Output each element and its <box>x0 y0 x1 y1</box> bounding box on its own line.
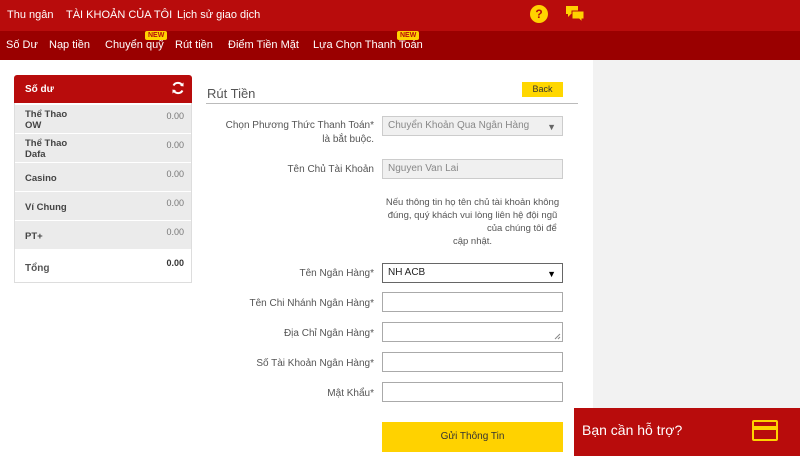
balance-row-label: Ví Chung <box>25 202 67 213</box>
sub-nav: Số Dư Nạp tiền Chuyển quỹ NEW Rút tiền Đ… <box>0 31 800 60</box>
bank-address-label: Địa Chỉ Ngân Hàng* <box>283 328 374 339</box>
card-icon <box>752 420 778 441</box>
resize-handle-icon[interactable] <box>554 333 561 340</box>
customer-service-link[interactable]: Chăm sóc Khách hàng <box>388 223 484 234</box>
subnav-balance[interactable]: Số Dư <box>6 39 38 51</box>
payment-method-select[interactable]: Chuyển Khoản Qua Ngân Hàng ▼ <box>382 116 563 136</box>
branch-input[interactable] <box>382 292 563 312</box>
balance-row: Casino 0.00 <box>15 163 191 191</box>
balance-panel-header: Số dư <box>14 75 192 103</box>
new-badge: NEW <box>145 31 168 40</box>
subnav-transfer-label: Chuyển quỹ <box>105 39 164 51</box>
account-holder-value: Nguyen Van Lai <box>388 163 459 174</box>
balance-row-label: PT+ <box>25 231 43 242</box>
help-label: Bạn cần hỗ trợ? <box>582 422 683 438</box>
balance-row: Ví Chung 0.00 <box>15 192 191 220</box>
bank-name-label: Tên Ngân Hàng* <box>299 268 375 279</box>
chat-icon[interactable] <box>565 5 585 23</box>
nav-history[interactable]: Lịch sử giao dịch <box>177 9 260 21</box>
password-input[interactable] <box>382 382 563 402</box>
balance-total-label: Tổng <box>25 263 50 274</box>
balance-row-value: 0.00 <box>166 198 184 208</box>
title-divider <box>206 103 578 104</box>
balance-row-value: 0.00 <box>166 140 184 150</box>
bank-address-textarea[interactable] <box>382 322 563 342</box>
payment-method-label: Chọn Phương Thức Thanh Toán* <box>225 120 374 131</box>
subnav-deposit[interactable]: Nạp tiền <box>49 39 90 51</box>
balance-panel: Thể Thao OW 0.00 Thể Thao Dafa 0.00 Casi… <box>14 103 192 283</box>
balance-total-row: Tổng 0.00 <box>15 251 191 281</box>
balance-row-value: 0.00 <box>166 227 184 237</box>
holder-notice: Nếu thông tin họ tên chủ tài khoản không… <box>382 196 563 248</box>
balance-row: Thể Thao Dafa 0.00 <box>15 134 191 162</box>
subnav-payment-options[interactable]: Lựa Chọn Thanh Toán NEW <box>313 31 423 51</box>
nav-my-account[interactable]: TÀI KHOẢN CỦA TÔI <box>66 9 172 21</box>
balance-row-value: 0.00 <box>166 169 184 179</box>
password-label: Mật Khẩu* <box>327 388 374 399</box>
balance-row-label: Thể Thao OW <box>25 109 68 131</box>
payment-method-value: Chuyển Khoản Qua Ngân Hàng <box>388 120 530 131</box>
right-pane <box>593 60 800 456</box>
notice-text: Nếu thông tin họ tên chủ tài khoản không… <box>385 197 560 221</box>
branch-label: Tên Chi Nhánh Ngân Hàng* <box>249 298 374 309</box>
help-icon[interactable]: ? <box>530 5 548 23</box>
refresh-icon[interactable] <box>171 81 185 95</box>
balance-row-label: Casino <box>25 173 57 184</box>
top-nav: Thu ngân TÀI KHOẢN CỦA TÔI Lịch sử giao … <box>0 0 800 31</box>
account-number-input[interactable] <box>382 352 563 372</box>
subnav-transfer[interactable]: Chuyển quỹ NEW <box>105 31 168 51</box>
balance-row: PT+ 0.00 <box>15 221 191 249</box>
page-title: Rút Tiền <box>207 86 256 101</box>
help-widget[interactable]: Bạn cần hỗ trợ? <box>574 408 800 456</box>
nav-cashier[interactable]: Thu ngân <box>7 9 53 21</box>
balance-row-value: 0.00 <box>166 111 184 121</box>
holder-label: Tên Chủ Tài Khoản <box>287 164 374 175</box>
back-button[interactable]: Back <box>522 82 563 97</box>
submit-button[interactable]: Gửi Thông Tin <box>382 422 563 452</box>
account-holder-field: Nguyen Van Lai <box>382 159 563 179</box>
balance-total-value: 0.00 <box>166 258 184 268</box>
required-note: là bắt buộc. <box>322 134 374 145</box>
chevron-down-icon: ▼ <box>547 269 556 279</box>
bank-name-value: NH ACB <box>388 267 426 278</box>
balance-row-label: Thể Thao Dafa <box>25 138 68 160</box>
bank-name-select[interactable]: NH ACB ▼ <box>382 263 563 283</box>
account-number-label: Số Tài Khoản Ngân Hàng* <box>256 358 374 369</box>
subnav-cash-point[interactable]: Điểm Tiền Mặt <box>228 39 299 51</box>
balance-title: Số dư <box>25 84 54 95</box>
subnav-withdraw[interactable]: Rút tiền <box>175 39 213 51</box>
chevron-down-icon: ▼ <box>547 122 556 132</box>
new-badge: NEW <box>397 31 420 40</box>
subnav-payment-options-label: Lựa Chọn Thanh Toán <box>313 39 423 51</box>
balance-row: Thể Thao OW 0.00 <box>15 105 191 133</box>
